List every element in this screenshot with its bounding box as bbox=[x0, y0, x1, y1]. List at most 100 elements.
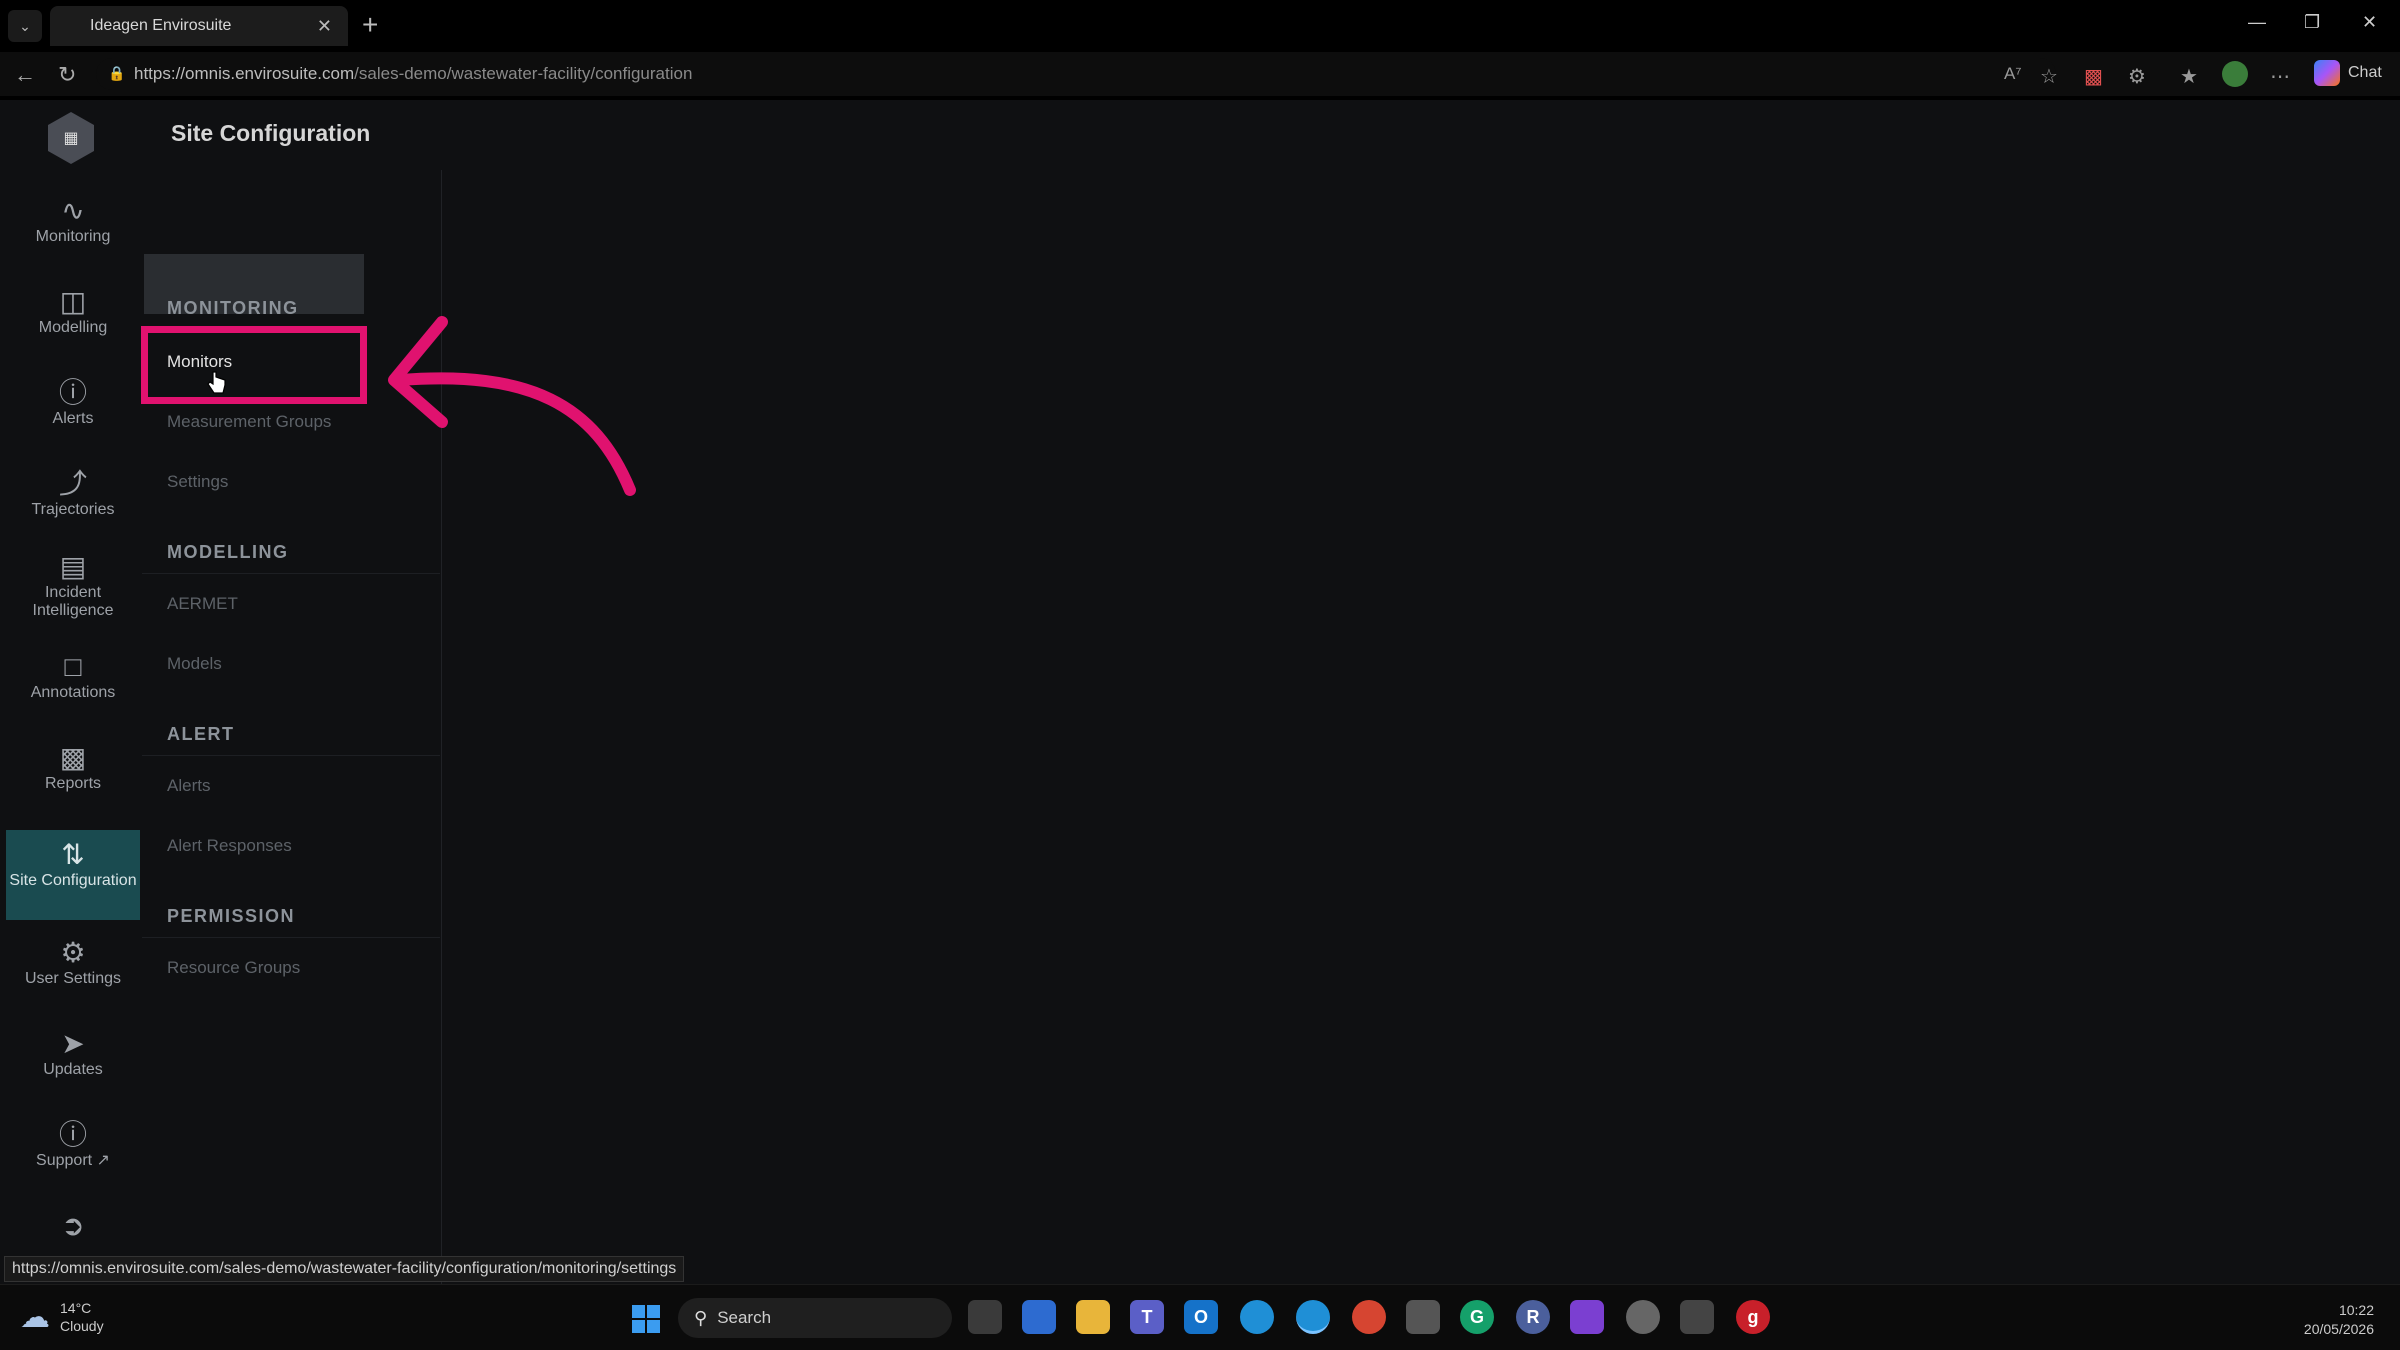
outlook-icon[interactable]: O bbox=[1184, 1300, 1218, 1334]
app-red-icon[interactable]: g bbox=[1736, 1300, 1770, 1334]
link-status-bar: https://omnis.envirosuite.com/sales-demo… bbox=[4, 1256, 685, 1282]
subnav-aermet[interactable]: AERMET bbox=[167, 594, 238, 614]
nav-label: Trajectories bbox=[31, 501, 115, 518]
grammarly-icon[interactable]: G bbox=[1460, 1300, 1494, 1334]
weather-desc: Cloudy bbox=[60, 1318, 104, 1334]
restore-icon[interactable]: ❐ bbox=[2304, 12, 2320, 33]
nav-label: Modelling bbox=[38, 319, 108, 336]
more-menu-icon[interactable]: ⋯ bbox=[2270, 64, 2290, 89]
window-close-icon[interactable]: ✕ bbox=[2362, 12, 2377, 33]
chat-button[interactable]: Chat bbox=[2314, 60, 2382, 86]
task-view-icon[interactable] bbox=[968, 1300, 1002, 1334]
chevron-down-icon: ⌄ bbox=[19, 17, 31, 34]
nav-alerts[interactable]: ⓘ Alerts bbox=[6, 376, 140, 428]
trajectory-icon: ⤴ bbox=[58, 468, 87, 499]
app-icon[interactable] bbox=[1626, 1300, 1660, 1334]
highlight-box bbox=[141, 326, 367, 404]
tab-list-button[interactable]: ⌄ bbox=[8, 10, 42, 42]
nav-monitoring[interactable]: ∿ Monitoring bbox=[6, 194, 140, 246]
browser-tab[interactable]: Ideagen Envirosuite ✕ bbox=[50, 6, 348, 46]
windows-logo-icon bbox=[632, 1320, 645, 1333]
chat-label: Chat bbox=[2348, 64, 2382, 81]
help-icon: ⓘ bbox=[58, 1119, 87, 1150]
edge-active-icon[interactable] bbox=[1296, 1300, 1330, 1334]
minimize-icon[interactable]: — bbox=[2248, 12, 2266, 33]
left-nav-rail: ▦ ∿ Monitoring ◫ Modelling ⓘ Alerts ⤴ Tr… bbox=[0, 100, 142, 1284]
extension-icon[interactable]: ▩ bbox=[2084, 64, 2103, 89]
snipping-tool-icon[interactable] bbox=[1406, 1300, 1440, 1334]
taskbar-search[interactable]: ⚲ Search bbox=[678, 1298, 952, 1338]
nav-reports[interactable]: ▩ Reports bbox=[6, 741, 140, 793]
close-icon[interactable]: ✕ bbox=[317, 16, 332, 37]
start-button[interactable] bbox=[632, 1305, 660, 1333]
nav-updates[interactable]: ➤ Updates bbox=[6, 1027, 140, 1079]
subnav-resource-groups[interactable]: Resource Groups bbox=[167, 958, 300, 978]
nav-site-configuration[interactable]: ⇅ Site Configuration bbox=[6, 830, 140, 920]
nav-label: Alerts bbox=[52, 410, 94, 427]
nav-label: Annotations bbox=[30, 684, 116, 701]
teams-icon[interactable]: T bbox=[1130, 1300, 1164, 1334]
grid-icon: ◫ bbox=[59, 286, 87, 317]
annotation-arrow bbox=[388, 316, 636, 496]
refresh-icon[interactable]: ↻ bbox=[58, 62, 76, 88]
favorites-icon[interactable]: ★ bbox=[2180, 64, 2198, 89]
divider bbox=[142, 937, 440, 938]
nav-support[interactable]: ⓘ Support ↗ bbox=[6, 1118, 140, 1170]
file-explorer-icon[interactable] bbox=[1076, 1300, 1110, 1334]
calculator-icon[interactable] bbox=[1680, 1300, 1714, 1334]
alert-circle-icon: ⓘ bbox=[58, 377, 87, 408]
search-label: Search bbox=[717, 1308, 772, 1327]
cloud-icon: ☁ bbox=[20, 1300, 50, 1334]
tab-title: Ideagen Envirosuite bbox=[90, 17, 232, 34]
bar-chart-icon: ▩ bbox=[59, 742, 87, 773]
nav-label: Reports bbox=[44, 775, 102, 792]
address-bar-row: ← ↻ 🔒 https://omnis.envirosuite.com/sale… bbox=[0, 52, 2400, 96]
incident-icon: ▤ bbox=[59, 551, 87, 582]
extensions-puzzle-icon[interactable]: ⚙ bbox=[2128, 64, 2146, 89]
hand-cursor-icon bbox=[207, 371, 226, 394]
divider bbox=[142, 573, 440, 574]
section-heading-alert: ALERT bbox=[167, 724, 235, 744]
subnav-settings[interactable]: Settings bbox=[167, 472, 228, 492]
external-link-icon: ↗ bbox=[96, 1152, 110, 1169]
new-tab-icon[interactable]: + bbox=[362, 11, 378, 39]
r-app-icon[interactable]: R bbox=[1516, 1300, 1550, 1334]
nav-label: Support ↗ bbox=[36, 1152, 110, 1169]
section-heading-modelling: MODELLING bbox=[167, 542, 289, 562]
pulse-icon: ∿ bbox=[61, 195, 85, 226]
chrome-icon[interactable] bbox=[1352, 1300, 1386, 1334]
clock-date: 20/05/2026 bbox=[2303, 1321, 2374, 1337]
back-icon[interactable]: ← bbox=[14, 62, 36, 88]
subnav-measurement-groups[interactable]: Measurement Groups bbox=[167, 412, 331, 432]
nav-annotations[interactable]: □ Annotations bbox=[6, 650, 140, 702]
url-field[interactable]: 🔒 https://omnis.envirosuite.com/sales-de… bbox=[96, 58, 2056, 90]
search-icon: ⚲ bbox=[694, 1307, 708, 1328]
edge-icon[interactable] bbox=[1240, 1300, 1274, 1334]
section-heading-monitoring: MONITORING bbox=[167, 298, 299, 318]
nav-user-settings[interactable]: ⚙ User Settings bbox=[6, 936, 140, 988]
nav-incident-intelligence[interactable]: ▤ Incident Intelligence bbox=[6, 550, 140, 620]
favorite-star-icon[interactable]: ☆ bbox=[2040, 64, 2058, 89]
system-clock[interactable]: 10:22 20/05/2026 bbox=[2304, 1301, 2374, 1339]
subnav-alert-responses[interactable]: Alert Responses bbox=[167, 836, 292, 856]
weather-widget[interactable]: ☁ 14°C Cloudy bbox=[20, 1299, 104, 1335]
gear-icon: ⚙ bbox=[60, 937, 86, 968]
subnav-models[interactable]: Models bbox=[167, 654, 222, 674]
browser-tab-bar: ⌄ Ideagen Envirosuite ✕ + — ❐ ✕ bbox=[0, 0, 2400, 52]
nav-modelling[interactable]: ◫ Modelling bbox=[6, 285, 140, 337]
read-aloud-icon[interactable]: A⁷ bbox=[2004, 64, 2022, 84]
nav-label: Site Configuration bbox=[9, 872, 137, 889]
profile-avatar[interactable] bbox=[2222, 61, 2248, 87]
nav-label: Updates bbox=[43, 1061, 103, 1078]
nav-trajectories[interactable]: ⤴ Trajectories bbox=[6, 467, 140, 519]
logout-icon: ➲ bbox=[61, 1210, 85, 1239]
subnav-alerts[interactable]: Alerts bbox=[167, 776, 210, 796]
rocket-icon: ➤ bbox=[61, 1028, 85, 1059]
nav-logout[interactable]: ➲ bbox=[6, 1209, 140, 1239]
divider bbox=[142, 755, 440, 756]
weather-temp: 14°C bbox=[60, 1300, 92, 1316]
app-logo[interactable]: ▦ bbox=[48, 112, 94, 164]
store-icon[interactable] bbox=[1022, 1300, 1056, 1334]
nav-label: Monitoring bbox=[35, 228, 111, 245]
copilot-app-icon[interactable] bbox=[1570, 1300, 1604, 1334]
